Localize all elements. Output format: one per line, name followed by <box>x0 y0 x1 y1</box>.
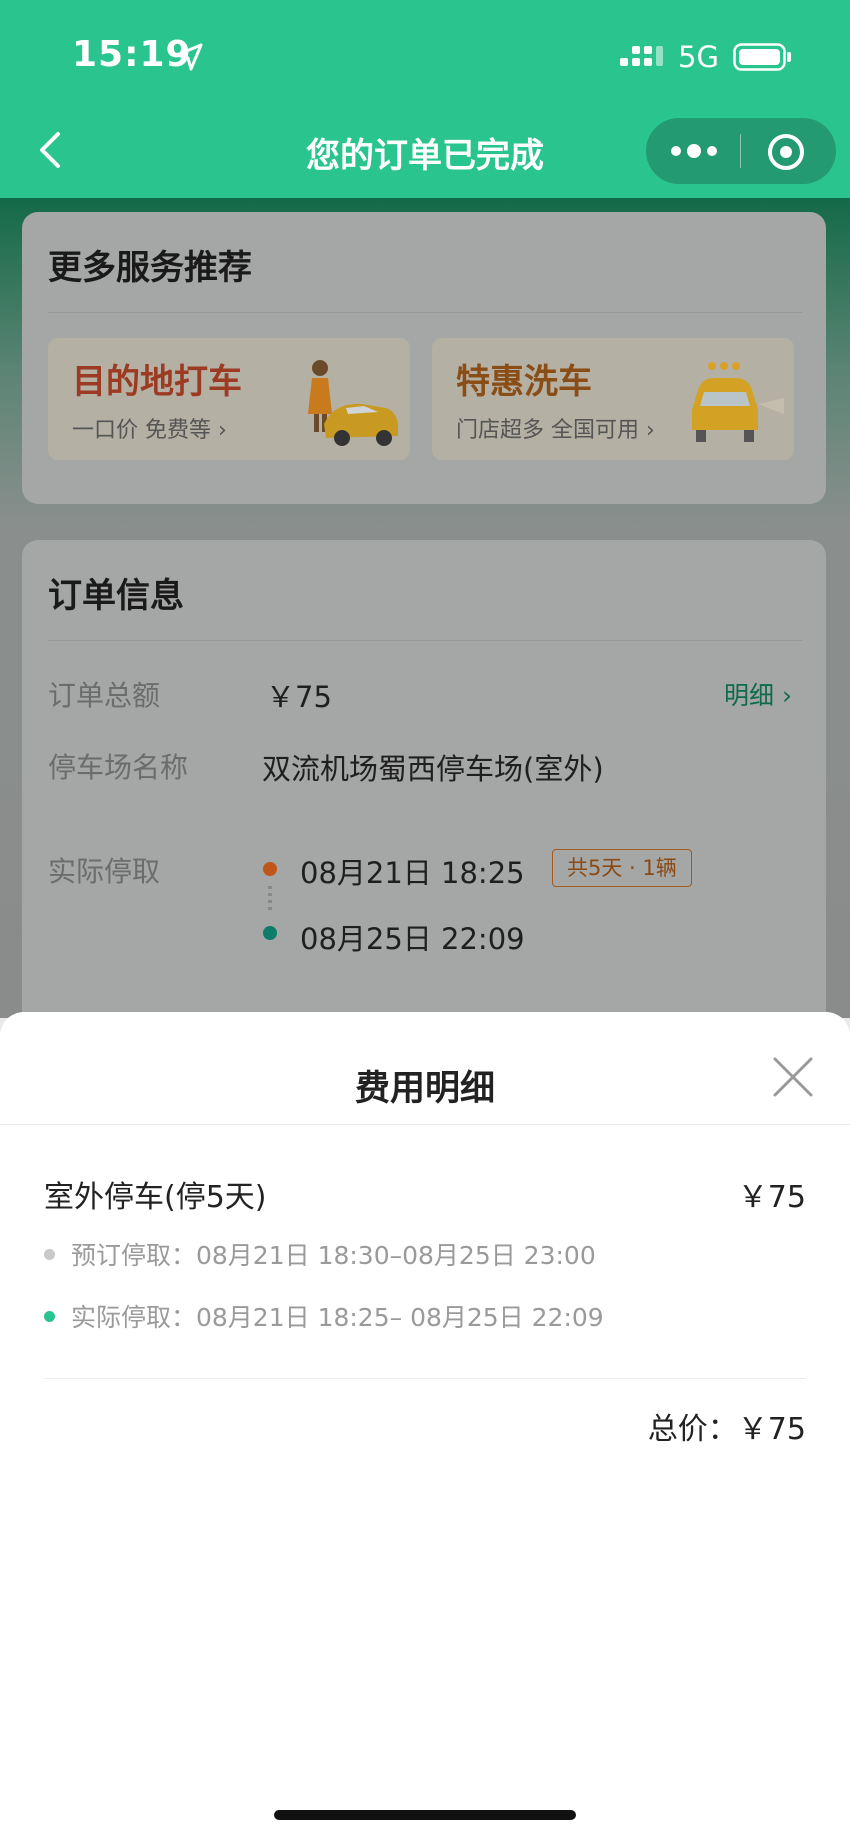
taxi-illustration-icon <box>308 360 398 446</box>
promo-car-wash[interactable]: 特惠洗车 门店超多 全国可用 › <box>432 338 794 460</box>
more-icon[interactable] <box>668 136 720 166</box>
timeline-connector <box>268 886 272 910</box>
duration-badge: 共5天 · 1辆 <box>552 849 692 887</box>
mini-program-capsule <box>646 118 836 184</box>
services-card: 更多服务推荐 目的地打车 一口价 免费等 › 特惠洗车 门店超多 全国可用 › <box>22 212 826 504</box>
top-bar: 15:19 5G 您的订单已完成 <box>0 0 850 198</box>
promo-title: 目的地打车 <box>72 362 242 402</box>
fee-item-name: 室外停车(停5天) <box>44 1180 267 1215</box>
order-info-card: 订单信息 订单总额 ￥75 明细 › 停车场名称 双流机场蜀西停车场(室外) 实… <box>22 540 826 1060</box>
divider <box>44 1378 806 1379</box>
total-value: ￥75 <box>266 680 332 714</box>
lot-label: 停车场名称 <box>48 751 189 784</box>
actual-label: 实际停取 <box>48 855 161 888</box>
network-label: 5G <box>678 40 719 74</box>
promo-subtitle: 门店超多 全国可用 › <box>456 418 655 443</box>
total-price: 总价：￥75 <box>647 1412 806 1447</box>
promo-title: 特惠洗车 <box>456 362 592 402</box>
booked-time: 预订停取：08月21日 18:30–08月25日 23:00 <box>71 1241 596 1270</box>
car-wash-illustration-icon <box>692 362 784 442</box>
services-title: 更多服务推荐 <box>48 248 252 288</box>
order-title: 订单信息 <box>48 576 184 616</box>
actual-time: 实际停取：08月21日 18:25– 08月25日 22:09 <box>71 1303 604 1332</box>
divider <box>48 312 802 313</box>
bullet-dot <box>44 1310 55 1322</box>
bullet-dot <box>44 1248 55 1260</box>
end-time: 08月25日 22:09 <box>300 922 525 956</box>
detail-link[interactable]: 明细 › <box>724 676 792 712</box>
divider <box>48 640 802 641</box>
location-arrow-icon <box>175 43 203 71</box>
home-indicator[interactable] <box>274 1810 576 1820</box>
actual-time-line: 实际停取：08月21日 18:25– 08月25日 22:09 <box>44 1298 604 1334</box>
promo-subtitle: 一口价 免费等 › <box>72 418 227 443</box>
start-dot <box>263 862 277 876</box>
fee-detail-sheet: 费用明细 室外停车(停5天) ￥75 预订停取：08月21日 18:30–08月… <box>0 1012 850 1839</box>
booked-time-line: 预订停取：08月21日 18:30–08月25日 23:00 <box>44 1236 596 1272</box>
promo-destination-taxi[interactable]: 目的地打车 一口价 免费等 › <box>48 338 410 460</box>
fee-item-price: ￥75 <box>737 1180 806 1215</box>
signal-icon <box>620 46 663 66</box>
close-icon[interactable] <box>772 1056 814 1098</box>
end-dot <box>263 926 277 940</box>
divider <box>0 1124 850 1125</box>
close-program-icon[interactable] <box>766 132 806 172</box>
lot-value: 双流机场蜀西停车场(室外) <box>262 752 604 786</box>
battery-icon <box>733 43 791 71</box>
total-label: 订单总额 <box>48 679 161 712</box>
start-time: 08月21日 18:25 <box>300 856 525 890</box>
sheet-title: 费用明细 <box>354 1069 495 1109</box>
capsule-divider <box>740 134 741 168</box>
